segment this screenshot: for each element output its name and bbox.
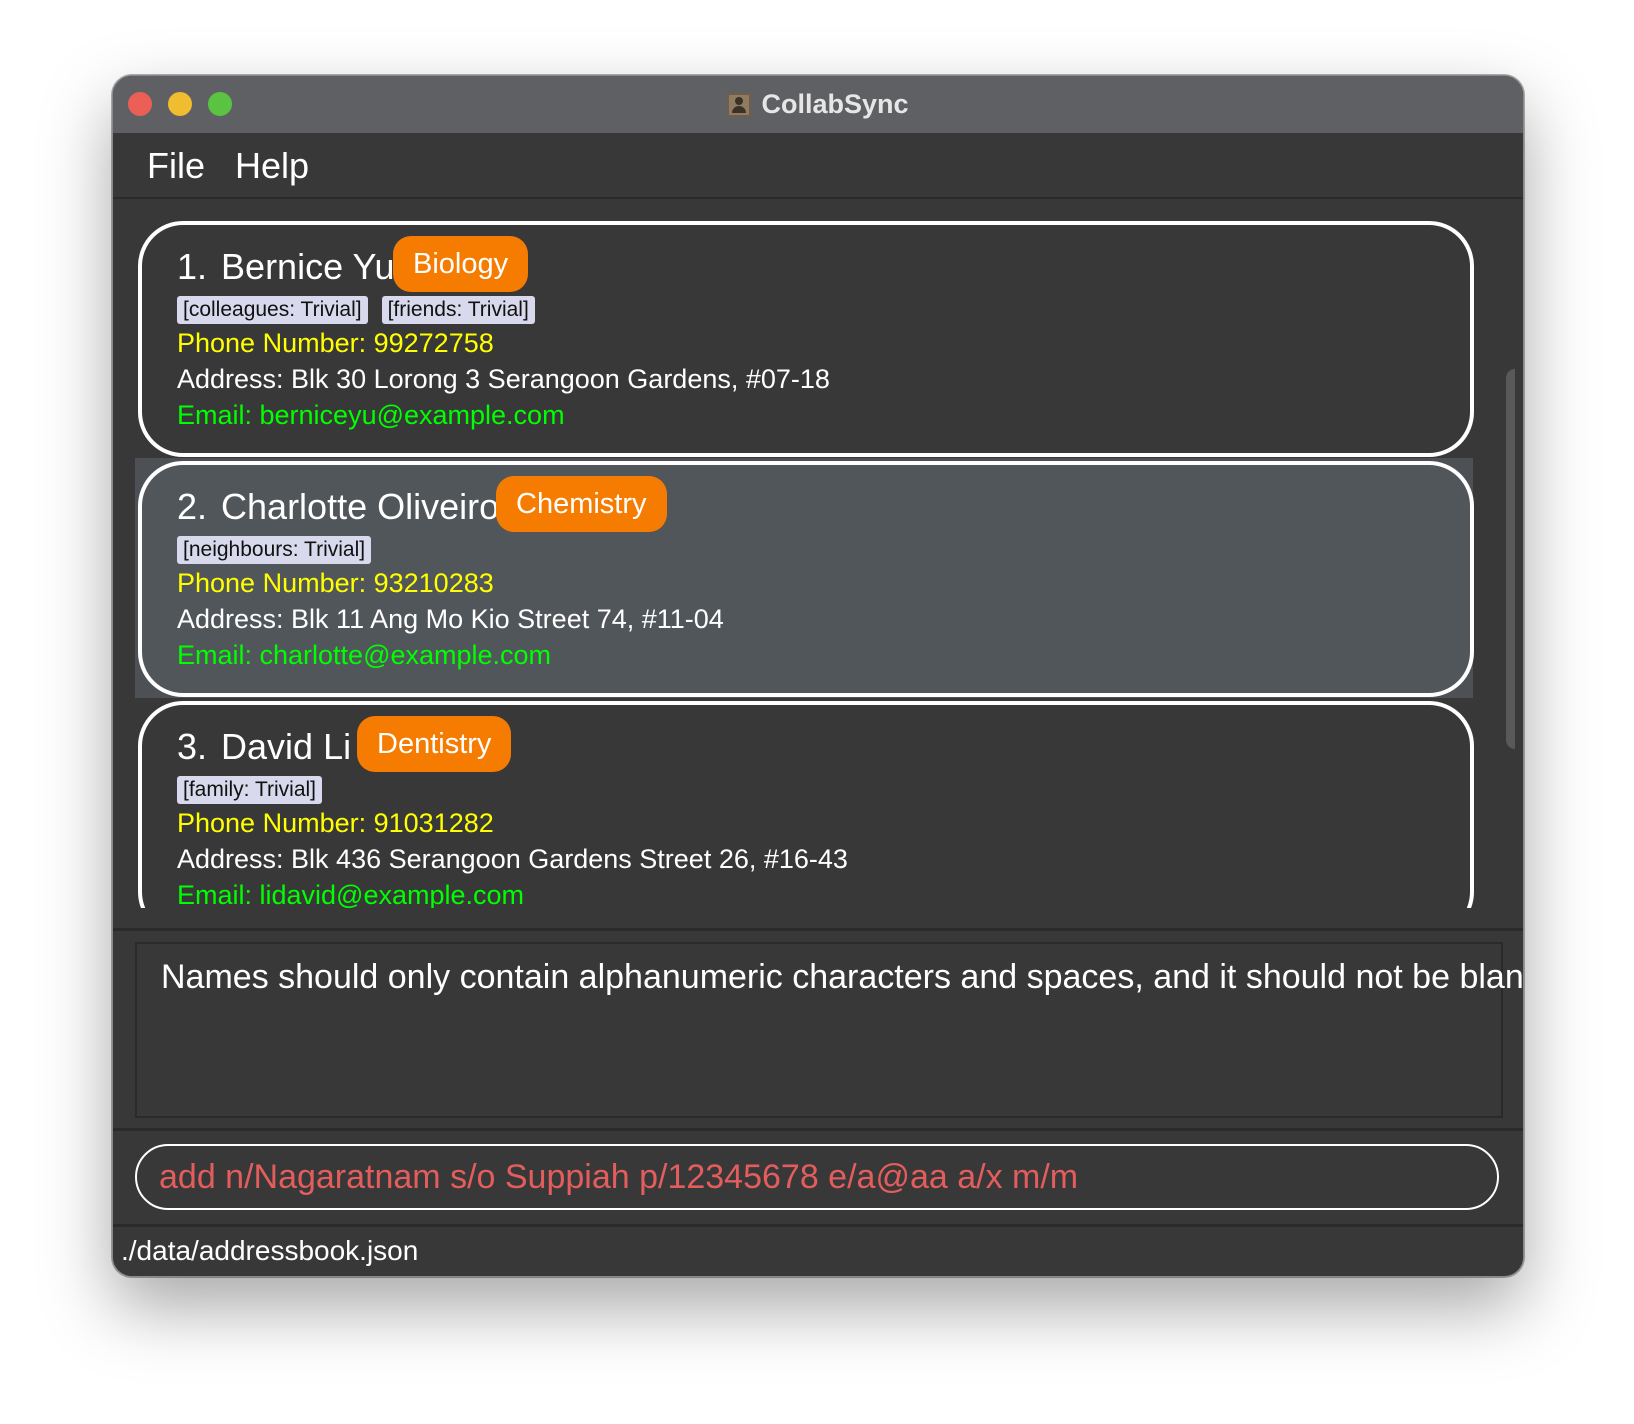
- phone-number: Phone Number: 93210283: [177, 568, 494, 598]
- email: Email: berniceyu@example.com: [177, 400, 565, 430]
- menu-file[interactable]: File: [147, 145, 205, 187]
- app-icon: [727, 92, 752, 117]
- major-badge: Dentistry: [357, 716, 512, 772]
- tag-list: [neighbours: Trivial]: [177, 536, 372, 564]
- address: Address: Blk 436 Serangoon Gardens Stree…: [177, 844, 848, 874]
- person-index: 1.: [177, 246, 208, 287]
- command-input[interactable]: add n/Nagaratnam s/o Suppiah p/12345678 …: [135, 1144, 1499, 1210]
- major-badge: Biology: [393, 236, 529, 292]
- person-name-text: Charlotte Oliveiro: [221, 486, 500, 527]
- phone-number: Phone Number: 99272758: [177, 328, 494, 358]
- result-display: Names should only contain alphanumeric c…: [135, 942, 1523, 1118]
- divider: [113, 1128, 1523, 1131]
- tag-list: [colleagues: Trivial] [friends: Trivial]: [177, 296, 535, 324]
- window-title-text: CollabSync: [761, 89, 909, 119]
- person-card-selected[interactable]: 2. Charlotte Oliveiro Chemistry [neighbou…: [135, 458, 1474, 698]
- result-message: Names should only contain alphanumeric c…: [161, 958, 1524, 996]
- address: Address: Blk 30 Lorong 3 Serangoon Garde…: [177, 364, 830, 394]
- save-file-path: ./data/addressbook.json: [121, 1235, 419, 1266]
- phone-number: Phone Number: 91031282: [177, 808, 494, 838]
- person-name: 2. Charlotte Oliveiro: [177, 486, 499, 528]
- divider: [113, 928, 1523, 931]
- person-name-text: Bernice Yu: [221, 246, 395, 287]
- menu-bar: File Help: [113, 133, 1523, 199]
- person-name-text: David Li: [221, 726, 352, 767]
- person-card[interactable]: 3. David Li Dentistry [family: Trivial] P…: [135, 698, 1474, 908]
- person-name: 3. David Li: [177, 726, 351, 768]
- person-index: 3.: [177, 726, 208, 767]
- window-title: CollabSync: [113, 76, 1523, 133]
- status-bar: ./data/addressbook.json: [113, 1227, 1523, 1276]
- title-bar: CollabSync: [113, 76, 1523, 134]
- address: Address: Blk 11 Ang Mo Kio Street 74, #1…: [177, 604, 724, 634]
- person-list[interactable]: 1. Bernice Yu Biology [colleagues: Trivia…: [135, 218, 1515, 908]
- major-badge: Chemistry: [496, 476, 667, 532]
- tag: [friends: Trivial]: [381, 296, 535, 324]
- list-scrollbar-thumb[interactable]: [1506, 369, 1515, 749]
- app-window: CollabSync File Help 1. Bernice Yu Biolog…: [112, 75, 1524, 1277]
- menu-help[interactable]: Help: [235, 145, 309, 187]
- email: Email: charlotte@example.com: [177, 640, 552, 670]
- person-name: 1. Bernice Yu: [177, 246, 395, 288]
- tag-list: [family: Trivial]: [177, 776, 323, 804]
- command-input-text[interactable]: add n/Nagaratnam s/o Suppiah p/12345678 …: [159, 1158, 1078, 1197]
- person-index: 2.: [177, 486, 208, 527]
- tag: [family: Trivial]: [177, 776, 323, 804]
- tag: [colleagues: Trivial]: [177, 296, 368, 324]
- email: Email: lidavid@example.com: [177, 880, 525, 908]
- person-card[interactable]: 1. Bernice Yu Biology [colleagues: Trivia…: [135, 218, 1474, 458]
- tag: [neighbours: Trivial]: [177, 536, 372, 564]
